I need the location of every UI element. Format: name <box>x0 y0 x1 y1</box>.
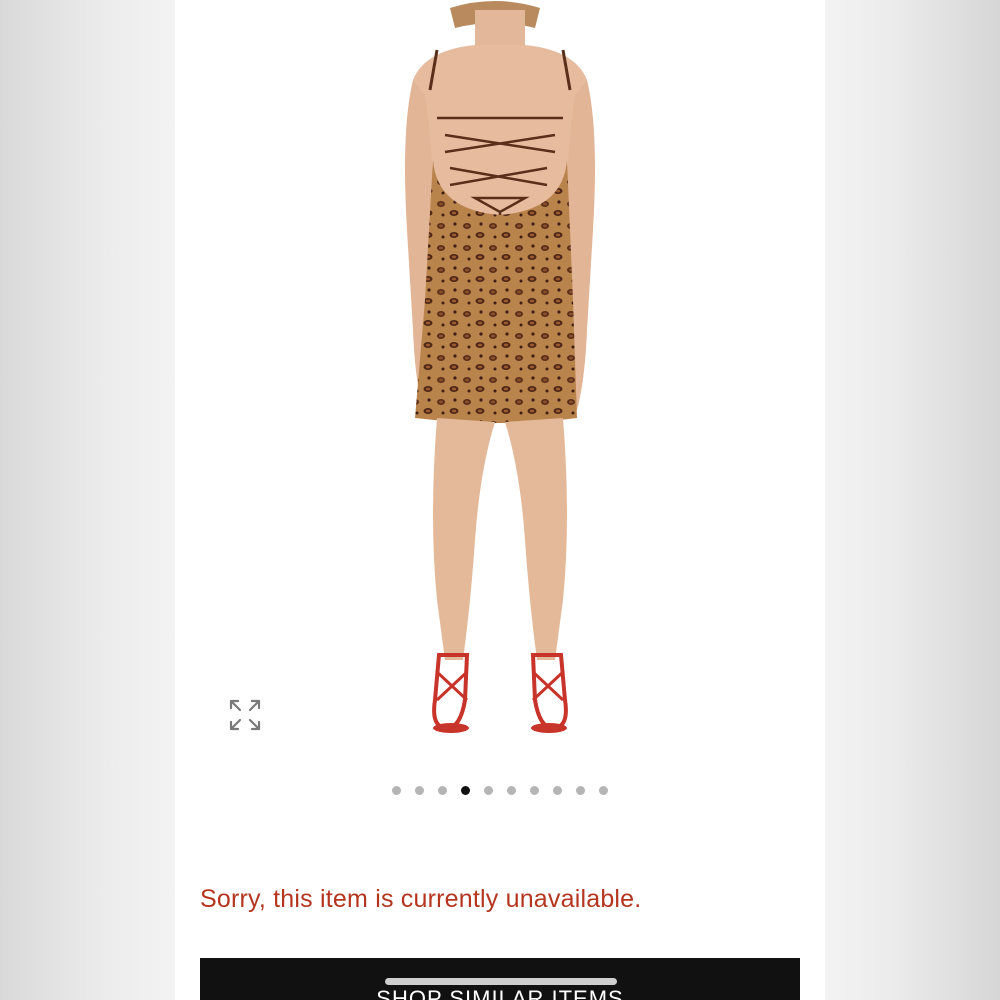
right-backdrop <box>825 0 1000 1000</box>
carousel-dot[interactable] <box>461 786 470 795</box>
left-backdrop <box>0 0 175 1000</box>
home-indicator <box>385 978 617 985</box>
carousel-dot[interactable] <box>553 786 562 795</box>
product-page: Sorry, this item is currently unavailabl… <box>175 0 825 1000</box>
carousel-dot[interactable] <box>438 786 447 795</box>
carousel-pagination <box>175 784 825 798</box>
carousel-dot[interactable] <box>484 786 493 795</box>
carousel-dot[interactable] <box>415 786 424 795</box>
carousel-dot[interactable] <box>507 786 516 795</box>
carousel-dot[interactable] <box>599 786 608 795</box>
unavailable-message: Sorry, this item is currently unavailabl… <box>200 885 642 913</box>
expand-arrows-icon <box>229 699 261 731</box>
expand-image-button[interactable] <box>225 695 265 735</box>
carousel-dot[interactable] <box>392 786 401 795</box>
product-image[interactable] <box>175 0 825 760</box>
carousel-dot[interactable] <box>530 786 539 795</box>
carousel-dot[interactable] <box>576 786 585 795</box>
